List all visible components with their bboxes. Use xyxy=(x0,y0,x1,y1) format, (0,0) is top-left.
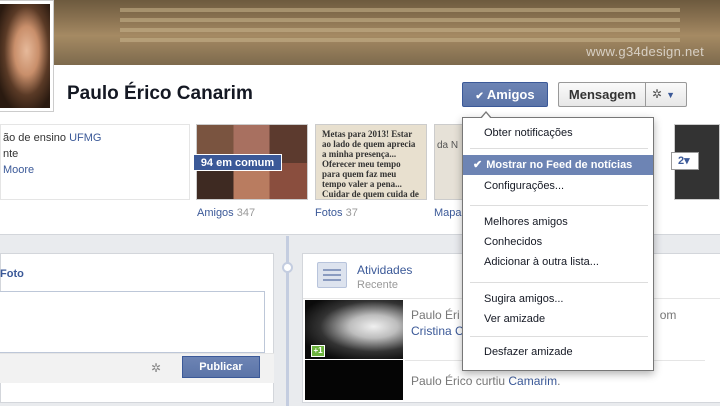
menu-item-see-friendship[interactable]: Ver amizade xyxy=(463,309,653,329)
message-button[interactable]: Mensagem xyxy=(558,82,646,107)
page-link[interactable]: Camarim xyxy=(508,374,557,388)
check-icon: ✔ xyxy=(475,91,484,102)
info-link[interactable]: Moore xyxy=(3,164,34,176)
menu-item-get-notifications[interactable]: Obter notificações xyxy=(463,123,653,143)
activity-subtitle: Recente xyxy=(357,279,398,291)
composer-tab-photo[interactable]: Foto xyxy=(0,268,24,280)
publish-button[interactable]: Publicar xyxy=(182,356,260,378)
menu-item-settings[interactable]: Configurações... xyxy=(463,176,653,196)
map-tile-label[interactable]: Mapa xyxy=(434,207,462,219)
composer-textarea[interactable] xyxy=(0,291,265,353)
menu-item-add-to-list[interactable]: Adicionar à outra lista... xyxy=(463,252,653,272)
menu-divider xyxy=(470,148,648,149)
cover-detail xyxy=(120,8,680,12)
gear-icon: ✲ xyxy=(652,87,663,101)
cover-detail xyxy=(120,28,680,32)
education-link[interactable]: UFMG xyxy=(69,132,101,144)
map-tile[interactable] xyxy=(434,124,464,200)
friends-button[interactable]: ✔ Amigos xyxy=(462,82,548,107)
activity-title[interactable]: Atividades xyxy=(357,263,412,277)
chevron-down-icon: ▼ xyxy=(666,90,675,100)
timeline-marker[interactable] xyxy=(282,262,293,273)
menu-item-acquaintances[interactable]: Conhecidos xyxy=(463,232,653,252)
cover-detail xyxy=(120,38,680,42)
friend-add-icon: +1 xyxy=(311,345,325,357)
friends-tile-label[interactable]: Amigos 347 xyxy=(197,207,255,219)
profile-name[interactable]: Paulo Érico Canarim xyxy=(67,83,253,105)
cover-watermark: www.g34design.net xyxy=(586,44,704,59)
info-education: ão de ensino UFMG xyxy=(3,132,102,144)
map-tile-text: da N xyxy=(437,140,459,151)
gear-icon[interactable]: ✲ xyxy=(151,361,161,375)
menu-divider xyxy=(470,282,648,283)
menu-item-show-in-news-feed[interactable]: ✔ Mostrar no Feed de notícias xyxy=(463,155,653,175)
cover-photo[interactable]: www.g34design.net xyxy=(0,0,720,65)
profile-picture[interactable] xyxy=(0,0,54,112)
menu-divider xyxy=(470,205,648,206)
friends-button-label: Amigos xyxy=(486,87,535,102)
common-friends-badge[interactable]: 94 em comum xyxy=(193,154,282,171)
menu-item-suggest-friends[interactable]: Sugira amigos... xyxy=(463,289,653,309)
cover-detail xyxy=(120,18,680,22)
photos-tile-label[interactable]: Fotos 37 xyxy=(315,207,358,219)
activity-text: Paulo Érico curtiu Camarim. xyxy=(411,374,561,388)
tiles-pager-button[interactable]: 2▾ xyxy=(671,152,699,170)
photos-tile[interactable]: Metas para 2013! Estar ao lado de quem a… xyxy=(315,124,427,200)
info-line: nte xyxy=(3,148,19,160)
menu-item-close-friends[interactable]: Melhores amigos xyxy=(463,212,653,232)
activity-link[interactable]: Cristina C xyxy=(411,324,464,338)
settings-gear-button[interactable]: ✲ ▼ xyxy=(645,82,687,107)
profile-info-box: ão de ensino UFMG nte Moore xyxy=(0,124,190,200)
menu-arrow xyxy=(481,113,491,119)
activity-list-icon xyxy=(317,262,347,288)
menu-divider xyxy=(470,336,648,337)
activity-photo[interactable] xyxy=(305,360,403,400)
menu-item-unfriend[interactable]: Desfazer amizade xyxy=(463,342,653,362)
check-icon: ✔ xyxy=(473,159,483,171)
